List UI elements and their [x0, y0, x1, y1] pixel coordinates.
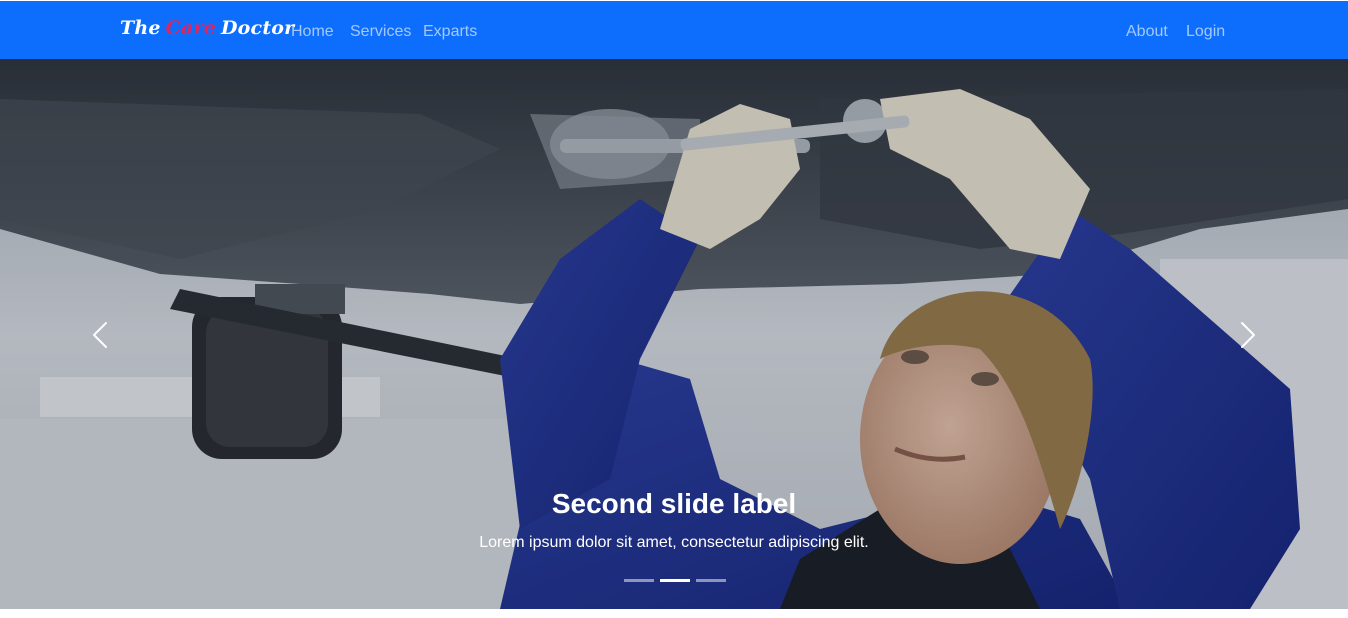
carousel-caption-title: Second slide label — [551, 488, 797, 519]
navbar: The Care Doctor Home Services Exparts Abou… — [0, 1, 1348, 59]
carousel-caption-text: Lorem ipsum dolor sit amet, consectetur … — [479, 534, 869, 551]
brand-logo[interactable]: The Care Doctor — [120, 17, 294, 39]
brand-part-3: Doctor — [221, 17, 295, 39]
carousel-indicators — [624, 579, 726, 582]
hero-carousel: Second slide label Lorem ipsum dolor sit… — [0, 59, 1348, 609]
chevron-right-icon — [1240, 321, 1256, 349]
image-dim-overlay — [0, 59, 1348, 609]
carousel-indicator-1[interactable] — [624, 579, 654, 582]
carousel-indicator-3[interactable] — [696, 579, 726, 582]
brand-part-2: Care — [165, 17, 216, 39]
nav-link-home[interactable]: Home — [291, 22, 334, 42]
carousel-prev-button[interactable] — [80, 317, 120, 353]
carousel-next-button[interactable] — [1228, 317, 1268, 353]
carousel-indicator-2[interactable] — [660, 579, 690, 582]
nav-link-exparts[interactable]: Exparts — [423, 22, 477, 42]
nav-link-login[interactable]: Login — [1186, 22, 1225, 42]
nav-link-services[interactable]: Services — [350, 22, 411, 42]
brand-part-1: The — [120, 17, 161, 39]
chevron-left-icon — [92, 321, 108, 349]
nav-link-about[interactable]: About — [1126, 22, 1168, 42]
